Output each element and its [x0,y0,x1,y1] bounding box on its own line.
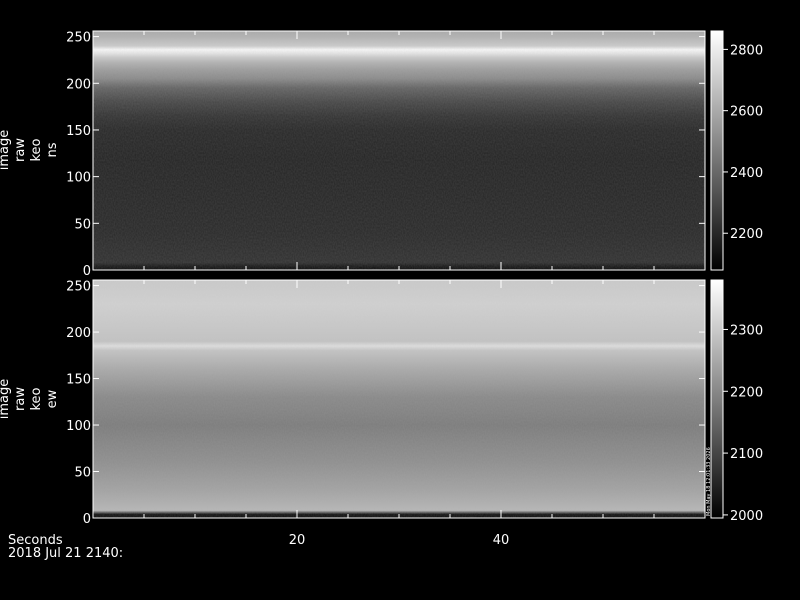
bottom-ylabel-3: keo [29,387,44,410]
top-cbar-tick-label: 2800 [730,43,763,58]
bottom-panel: 0 50 100 150 200 250 image raw keo ew 2000 210… [0,279,763,527]
bottom-ylabel-2: raw [13,387,28,411]
xtick-label: 40 [493,533,510,548]
bottom-cbar-tick-label: 2000 [730,509,763,524]
bottom-ylabel-4: ew [45,389,60,408]
top-ylabel-3: keo [29,138,44,161]
bottom-cbar-tick-label: 2200 [730,385,763,400]
top-ytick-label: 50 [74,217,91,232]
top-heatmap-noise [93,31,705,270]
top-y-label: image raw keo ns [0,130,60,171]
bottom-ytick-label: 150 [66,373,91,388]
bottom-y-label: image raw keo ew [0,379,60,420]
top-ylabel-2: raw [13,138,28,162]
bottom-colorbar-ticks: 2000 2100 2200 2300 [723,323,763,524]
top-cbar-tick-label: 2600 [730,105,763,120]
top-cbar-tick-label: 2400 [730,166,763,181]
bottom-heatmap-noise [93,280,705,518]
keogram-figure: 050100150200250 image raw keo ns 2200240… [0,30,763,561]
bottom-cbar-tick-label: 2300 [730,323,763,338]
bottom-ytick-label: 250 [66,280,91,295]
top-colorbar-ticks: 2200 2400 2600 2800 [723,43,763,242]
top-colorbar [710,30,724,271]
top-ytick-label: 0 [83,264,91,279]
top-cbar-tick-label: 2200 [730,227,763,242]
top-ylabel-1: image [0,130,12,171]
top-panel: 0 50 100 150 200 250 image raw keo ns 2200 240… [0,30,763,279]
bottom-ylabel-1: image [0,379,12,420]
timestamp-note: Mon May 18 12:01:33 2026 [706,447,712,516]
top-ytick-label: 250 [66,31,91,46]
top-ytick-label: 150 [66,124,91,139]
bottom-ytick-label: 50 [74,466,91,481]
bottom-cbar-tick-label: 2100 [730,447,763,462]
bottom-ytick-label: 100 [66,419,91,434]
bottom-ytick-label: 200 [66,326,91,341]
top-ylabel-4: ns [45,142,60,157]
bottom-colorbar [710,279,724,519]
date-label: 2018 Jul 21 2140: [8,546,123,561]
xtick-label: 20 [289,533,306,548]
top-ytick-label: 100 [66,171,91,186]
x-axis-labels: 20 40 [289,533,510,548]
top-ytick-label: 200 [66,77,91,92]
bottom-ytick-label: 0 [83,512,91,527]
